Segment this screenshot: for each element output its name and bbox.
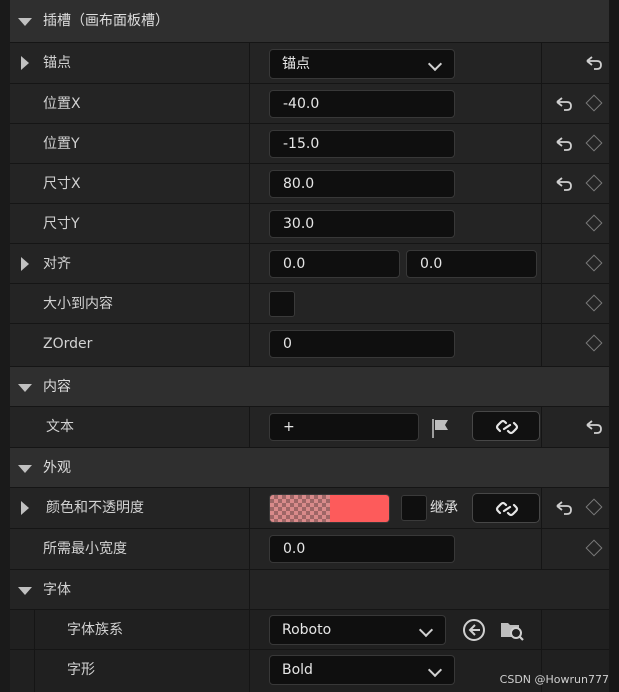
- details-panel: 插槽（画布面板槽） 锚点 锚点 位置X -40.0 位置Y -15.0 尺寸X …: [10, 0, 609, 692]
- inherit-checkbox[interactable]: [401, 495, 427, 521]
- inherit-label: 继承: [430, 500, 458, 516]
- reset-arrow-icon[interactable]: [554, 176, 574, 192]
- color-swatch[interactable]: [269, 494, 390, 523]
- section-content[interactable]: 内容: [10, 367, 609, 407]
- font-family-label: 字体族系: [67, 622, 123, 638]
- font-family-value: Roboto: [282, 622, 332, 638]
- keyframe-diamond-icon[interactable]: [585, 94, 603, 112]
- section-slot-title: 插槽（画布面板槽）: [43, 13, 169, 29]
- size-to-content-label: 大小到内容: [43, 296, 113, 312]
- size-x-label: 尺寸X: [43, 176, 81, 192]
- row-color-opacity: 颜色和不透明度 继承: [10, 488, 609, 529]
- text-input[interactable]: +: [269, 413, 419, 441]
- row-size-x: 尺寸X 80.0: [10, 164, 609, 204]
- row-position-x: 位置X -40.0: [10, 84, 609, 124]
- position-x-label: 位置X: [43, 96, 81, 112]
- keyframe-diamond-icon[interactable]: [585, 539, 603, 557]
- link-icon: [495, 419, 519, 435]
- zorder-label: ZOrder: [43, 336, 93, 352]
- collapse-arrow-icon[interactable]: [18, 384, 32, 392]
- collapse-arrow-icon[interactable]: [18, 587, 32, 595]
- reset-arrow-icon[interactable]: [554, 96, 574, 112]
- alignment-x-input[interactable]: 0.0: [269, 250, 400, 278]
- row-position-y: 位置Y -15.0: [10, 124, 609, 164]
- scrollbar[interactable]: [609, 0, 619, 692]
- keyframe-diamond-icon[interactable]: [585, 334, 603, 352]
- anchor-label: 锚点: [43, 55, 71, 71]
- bind-link-button[interactable]: [472, 493, 540, 523]
- keyframe-diamond-icon[interactable]: [585, 214, 603, 232]
- row-alignment: 对齐 0.0 0.0: [10, 244, 609, 284]
- alignment-label: 对齐: [43, 256, 71, 272]
- anchor-value: 锚点: [282, 56, 310, 72]
- reset-arrow-icon[interactable]: [584, 55, 604, 71]
- chevron-down-icon: [427, 662, 443, 678]
- size-y-label: 尺寸Y: [43, 216, 80, 232]
- row-min-width: 所需最小宽度 0.0: [10, 529, 609, 570]
- keyframe-diamond-icon[interactable]: [585, 254, 603, 272]
- row-font-family: 字体族系 Roboto: [10, 610, 609, 650]
- position-y-input[interactable]: -15.0: [269, 130, 455, 158]
- collapse-arrow-icon[interactable]: [18, 18, 32, 26]
- section-slot[interactable]: 插槽（画布面板槽）: [10, 0, 609, 43]
- expand-arrow-icon[interactable]: [21, 56, 29, 70]
- size-y-input[interactable]: 30.0: [269, 210, 455, 238]
- reset-arrow-icon[interactable]: [554, 136, 574, 152]
- typeface-dropdown[interactable]: Bold: [269, 655, 455, 685]
- min-width-input[interactable]: 0.0: [269, 535, 455, 563]
- size-x-input[interactable]: 80.0: [269, 170, 455, 198]
- row-anchor: 锚点 锚点: [10, 43, 609, 84]
- section-content-title: 内容: [43, 379, 71, 395]
- position-x-input[interactable]: -40.0: [269, 90, 455, 118]
- keyframe-diamond-icon[interactable]: [585, 294, 603, 312]
- flag-icon[interactable]: [430, 417, 452, 439]
- text-label: 文本: [46, 419, 74, 435]
- typeface-label: 字形: [67, 662, 95, 678]
- anchor-dropdown[interactable]: 锚点: [269, 49, 455, 79]
- position-y-label: 位置Y: [43, 136, 80, 152]
- reset-arrow-icon[interactable]: [554, 500, 574, 516]
- reset-arrow-icon[interactable]: [584, 419, 604, 435]
- row-size-y: 尺寸Y 30.0: [10, 204, 609, 244]
- row-zorder: ZOrder 0: [10, 324, 609, 367]
- bind-link-button[interactable]: [472, 411, 540, 441]
- section-font[interactable]: 字体: [10, 570, 609, 610]
- keyframe-diamond-icon[interactable]: [585, 498, 603, 516]
- typeface-value: Bold: [282, 662, 313, 678]
- expand-arrow-icon[interactable]: [21, 501, 29, 515]
- zorder-input[interactable]: 0: [269, 330, 455, 358]
- expand-arrow-icon[interactable]: [21, 257, 29, 271]
- section-font-title: 字体: [43, 582, 71, 598]
- row-text: 文本 +: [10, 407, 609, 448]
- section-appearance[interactable]: 外观: [10, 448, 609, 488]
- watermark: CSDN @Howrun777: [499, 673, 609, 686]
- font-family-dropdown[interactable]: Roboto: [269, 615, 446, 645]
- link-icon: [495, 501, 519, 517]
- collapse-arrow-icon[interactable]: [18, 465, 32, 473]
- chevron-down-icon: [427, 56, 443, 72]
- color-opacity-label: 颜色和不透明度: [46, 500, 144, 516]
- min-width-label: 所需最小宽度: [43, 541, 127, 557]
- size-to-content-checkbox[interactable]: [269, 291, 295, 317]
- alignment-y-input[interactable]: 0.0: [406, 250, 537, 278]
- keyframe-diamond-icon[interactable]: [585, 134, 603, 152]
- section-appearance-title: 外观: [43, 460, 71, 476]
- browse-back-icon[interactable]: [462, 618, 486, 642]
- keyframe-diamond-icon[interactable]: [585, 174, 603, 192]
- row-size-to-content: 大小到内容: [10, 284, 609, 324]
- chevron-down-icon: [418, 622, 434, 638]
- find-in-folder-icon[interactable]: [499, 617, 525, 643]
